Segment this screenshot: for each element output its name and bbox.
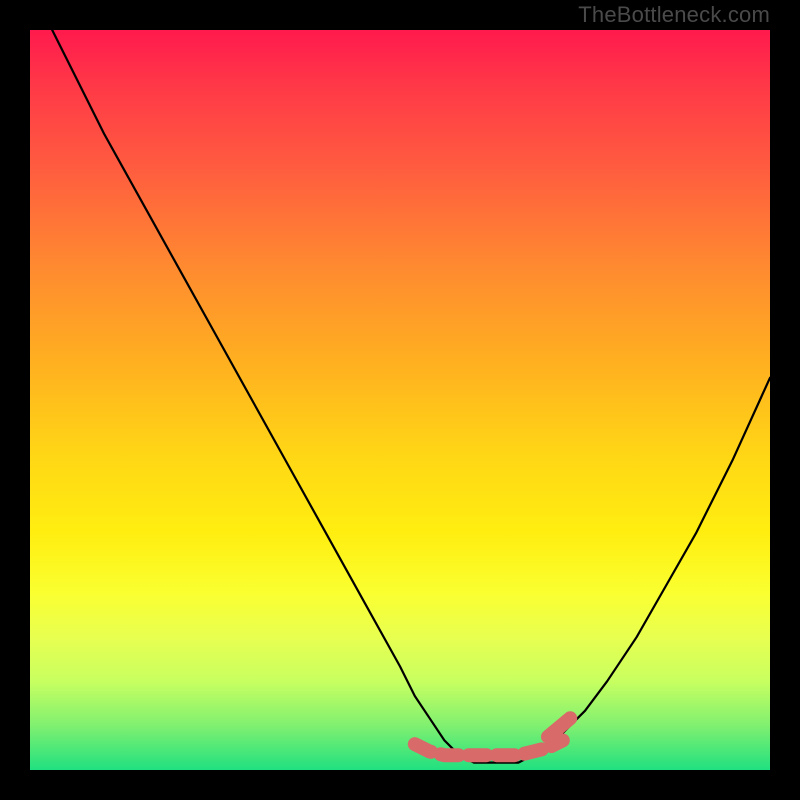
bottom-bumps <box>415 718 570 755</box>
watermark-label: TheBottleneck.com <box>578 2 770 28</box>
chart-frame: TheBottleneck.com <box>0 0 800 800</box>
curve-svg <box>30 30 770 770</box>
bottleneck-curve <box>52 30 770 763</box>
plot-area <box>30 30 770 770</box>
